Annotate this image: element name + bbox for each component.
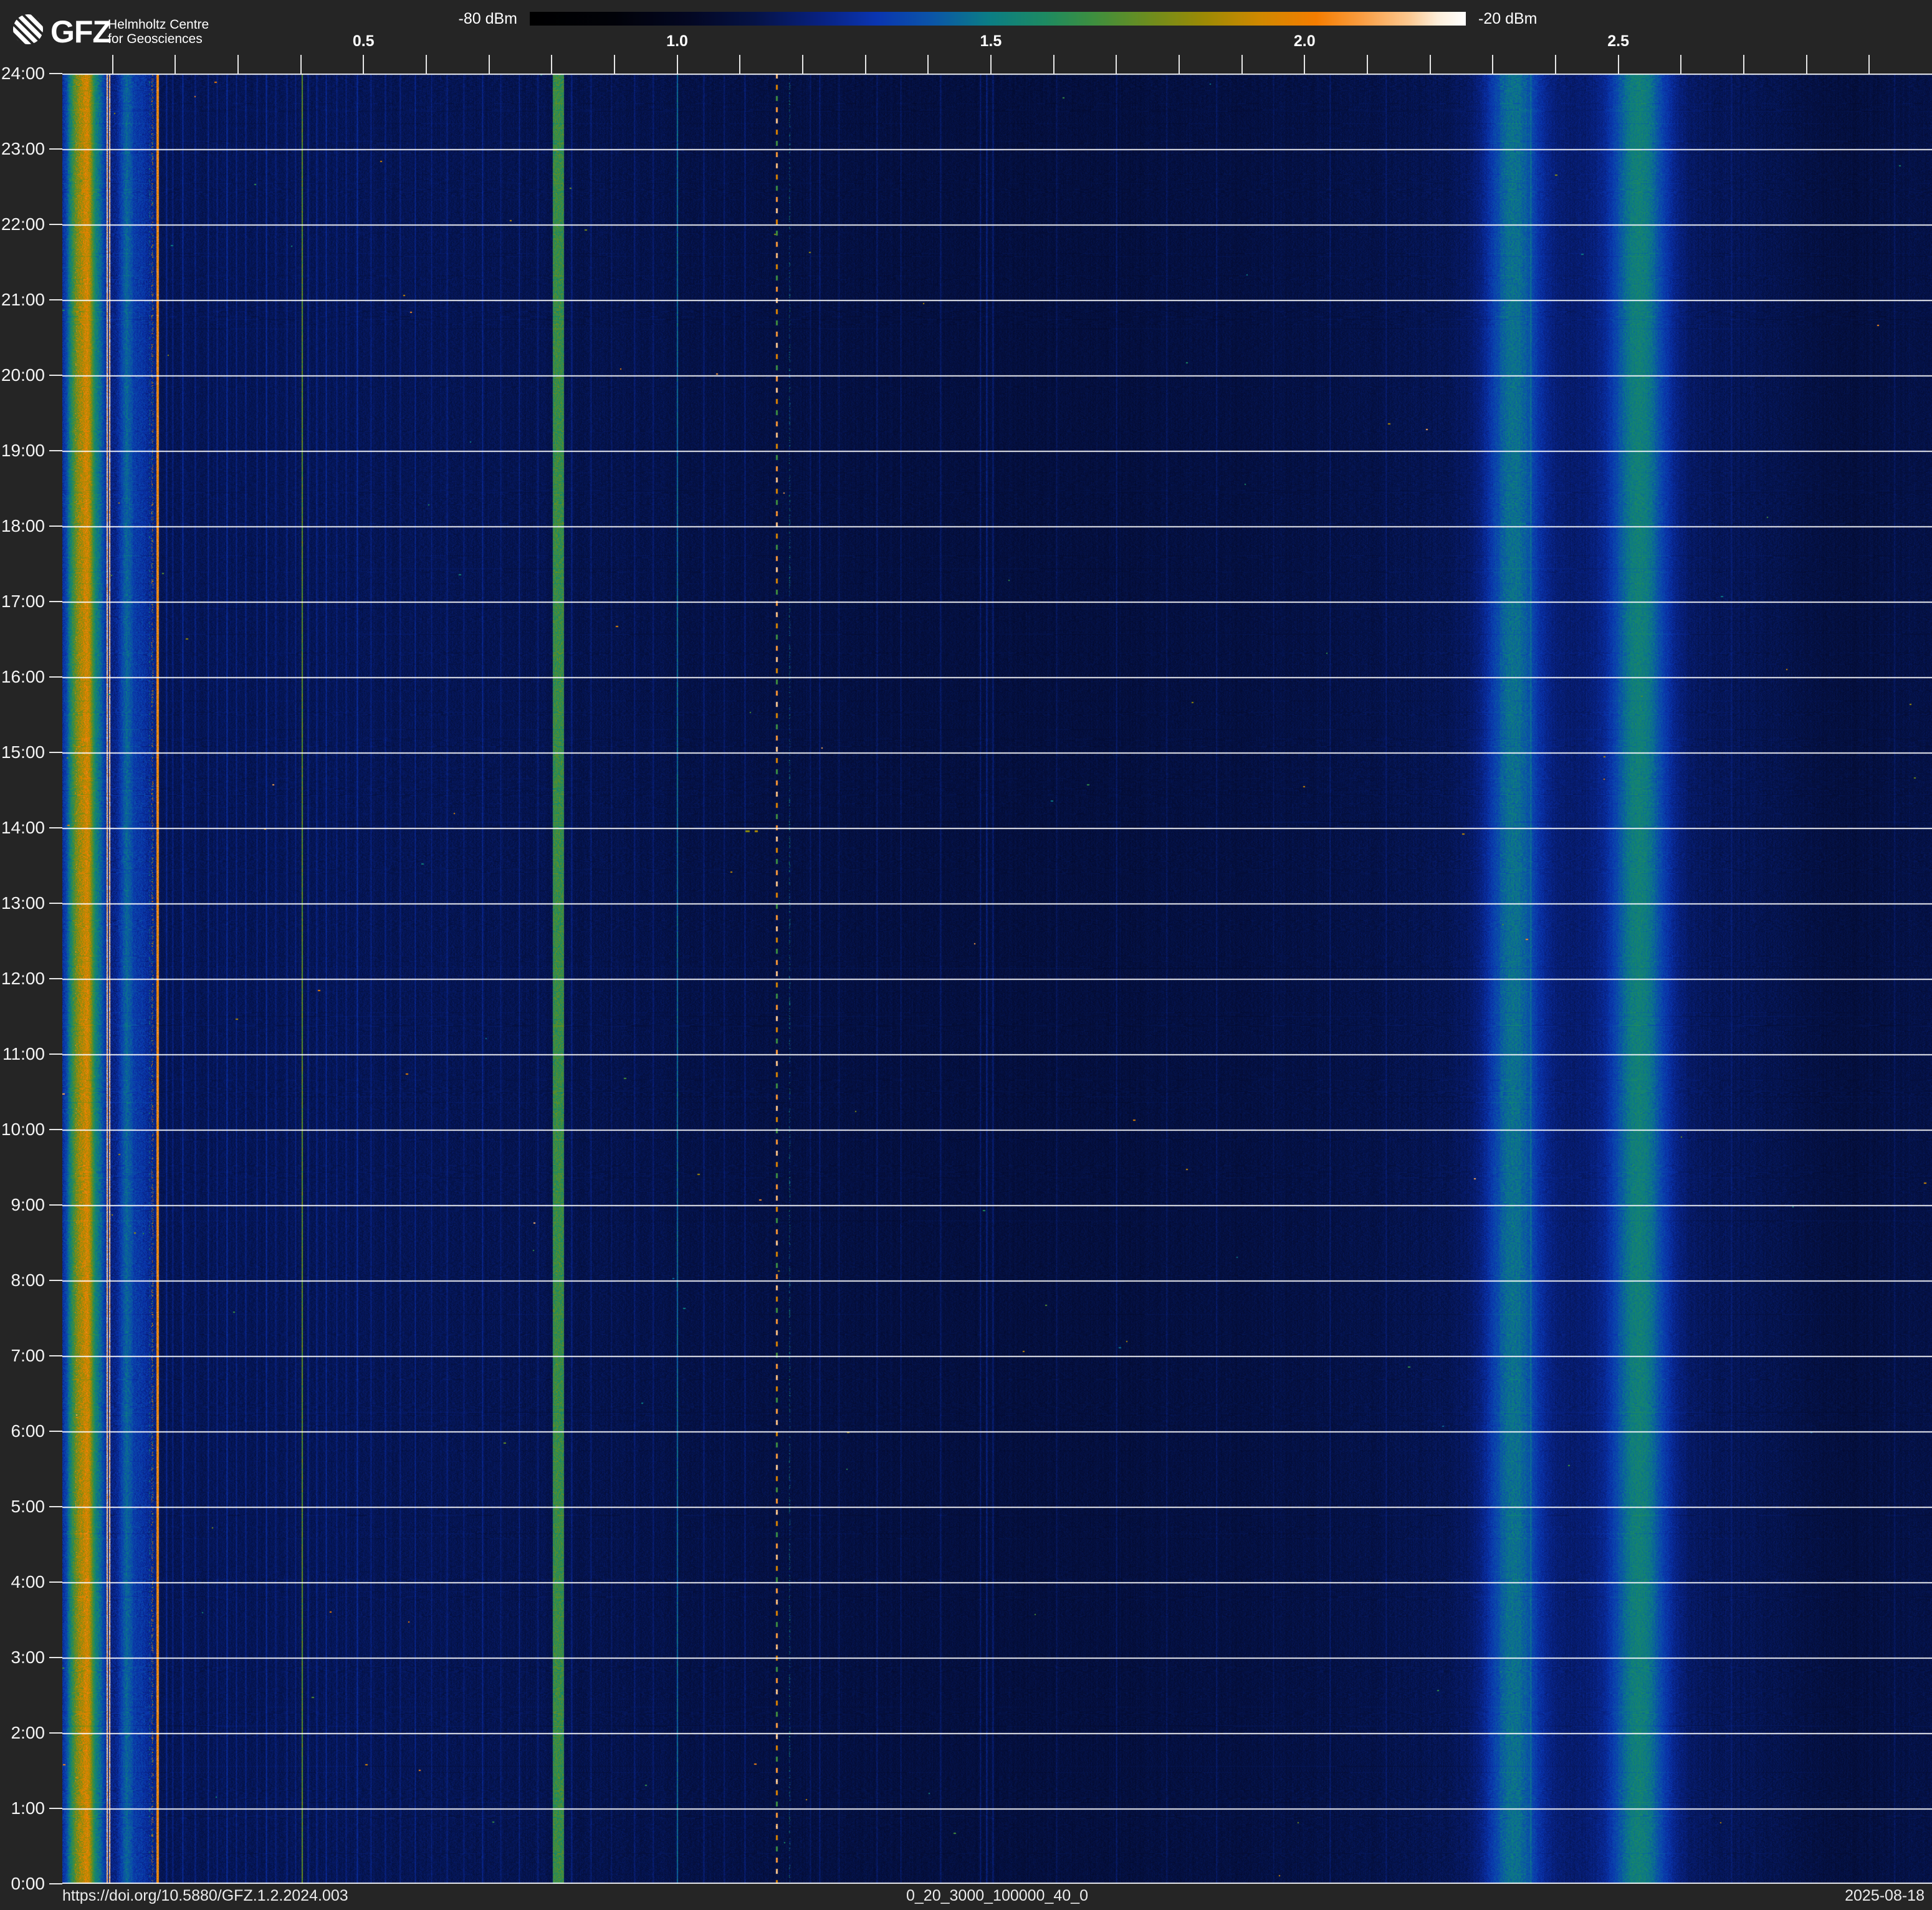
org-abbreviation: GFZ [50,14,111,50]
spectrogram-canvas [62,74,1932,1884]
org-name-line1: Helmholtz Centre [108,17,209,32]
x-axis-tick [175,55,176,74]
x-axis-tick-label: 0.5 [335,32,391,50]
y-axis-time-label: 8:00 [0,1270,45,1290]
y-axis-tick [49,1204,62,1206]
y-axis-time-label: 21:00 [0,290,45,310]
y-axis-tick [49,827,62,828]
colorbar-max-label: -20 dBm [1478,12,1537,26]
date-label: 2025-08-18 [1620,1887,1925,1905]
y-axis-tick [49,299,62,300]
x-axis-tick [489,55,490,74]
y-axis-time-label: 11:00 [0,1044,45,1064]
y-axis-tick [49,148,62,150]
y-axis-tick [49,1280,62,1281]
y-axis-tick [49,1431,62,1432]
y-axis-time-label: 3:00 [0,1648,45,1668]
y-axis-tick [49,903,62,904]
y-axis-tick [49,450,62,451]
x-axis-tick [1179,55,1180,74]
y-axis-tick [49,1053,62,1055]
y-axis-time-label: 2:00 [0,1723,45,1743]
y-axis-time-label: 0:00 [0,1874,45,1894]
y-axis-time-label: 23:00 [0,139,45,159]
x-axis-tick [1430,55,1431,74]
x-axis-tick [426,55,427,74]
x-axis-tick [739,55,740,74]
x-axis-tick [112,55,113,74]
colorbar-gradient [530,12,1466,26]
y-axis-time-label: 16:00 [0,667,45,687]
x-axis-tick [1806,55,1807,74]
org-name: Helmholtz Centre for Geosciences [108,17,209,46]
x-axis-tick [363,55,364,74]
x-axis-tick [1680,55,1681,74]
colorbar-min-label: -80 dBm [380,12,517,26]
x-axis-tick [1618,55,1619,74]
x-axis-tick-label: 1.0 [649,32,705,50]
y-axis-time-label: 20:00 [0,365,45,385]
y-axis-tick [49,752,62,753]
y-axis-tick [49,224,62,225]
x-axis-tick [990,55,992,74]
x-axis-tick-label: 2.5 [1590,32,1647,50]
x-axis-tick [551,55,552,74]
y-axis-time-label: 9:00 [0,1195,45,1215]
y-axis-time-label: 12:00 [0,969,45,989]
y-axis-time-label: 4:00 [0,1572,45,1592]
y-axis-time-label: 13:00 [0,893,45,913]
x-axis-tick [300,55,302,74]
y-axis-tick [49,1808,62,1809]
y-axis-time-label: 7:00 [0,1346,45,1366]
x-axis-tick [1743,55,1744,74]
spectrogram-page: GFZ Helmholtz Centre for Geosciences -80… [0,0,1932,1910]
y-axis-tick [49,1506,62,1507]
x-axis-tick [1053,55,1054,74]
y-axis-time-label: 15:00 [0,742,45,762]
y-axis-time-label: 18:00 [0,516,45,536]
y-axis-time-label: 10:00 [0,1120,45,1140]
y-axis-tick [49,525,62,527]
x-axis-tick [1868,55,1870,74]
y-axis-tick [49,1657,62,1658]
org-name-line2: for Geosciences [108,32,209,46]
x-axis-tick [865,55,866,74]
y-axis-tick [49,676,62,678]
x-axis-tick [1304,55,1305,74]
y-axis-tick [49,73,62,74]
y-axis-tick [49,978,62,979]
x-axis-tick-label: 1.5 [963,32,1019,50]
x-axis-tick [237,55,239,74]
y-axis-tick [49,375,62,376]
y-axis-time-label: 22:00 [0,214,45,234]
y-axis-time-label: 19:00 [0,441,45,461]
y-axis-tick [49,1883,62,1884]
x-axis-tick [1367,55,1368,74]
x-axis-tick [1116,55,1117,74]
y-axis-time-label: 1:00 [0,1798,45,1818]
y-axis-tick [49,1732,62,1734]
x-axis-tick [1492,55,1493,74]
y-axis-time-label: 5:00 [0,1497,45,1517]
x-axis-tick [614,55,615,74]
y-axis-time-label: 24:00 [0,64,45,84]
y-axis-tick [49,1355,62,1356]
y-axis-tick [49,601,62,602]
y-axis-tick [49,1581,62,1583]
y-axis-tick [49,1129,62,1130]
x-axis-tick [1555,55,1556,74]
gfz-logo-icon [12,14,44,45]
y-axis-time-label: 14:00 [0,818,45,838]
y-axis-time-label: 17:00 [0,592,45,612]
x-axis-tick [677,55,678,74]
x-axis-tick [1241,55,1243,74]
x-axis-tick [802,55,803,74]
x-axis-tick [927,55,929,74]
x-axis-tick-label: 2.0 [1276,32,1332,50]
y-axis-time-label: 6:00 [0,1421,45,1441]
